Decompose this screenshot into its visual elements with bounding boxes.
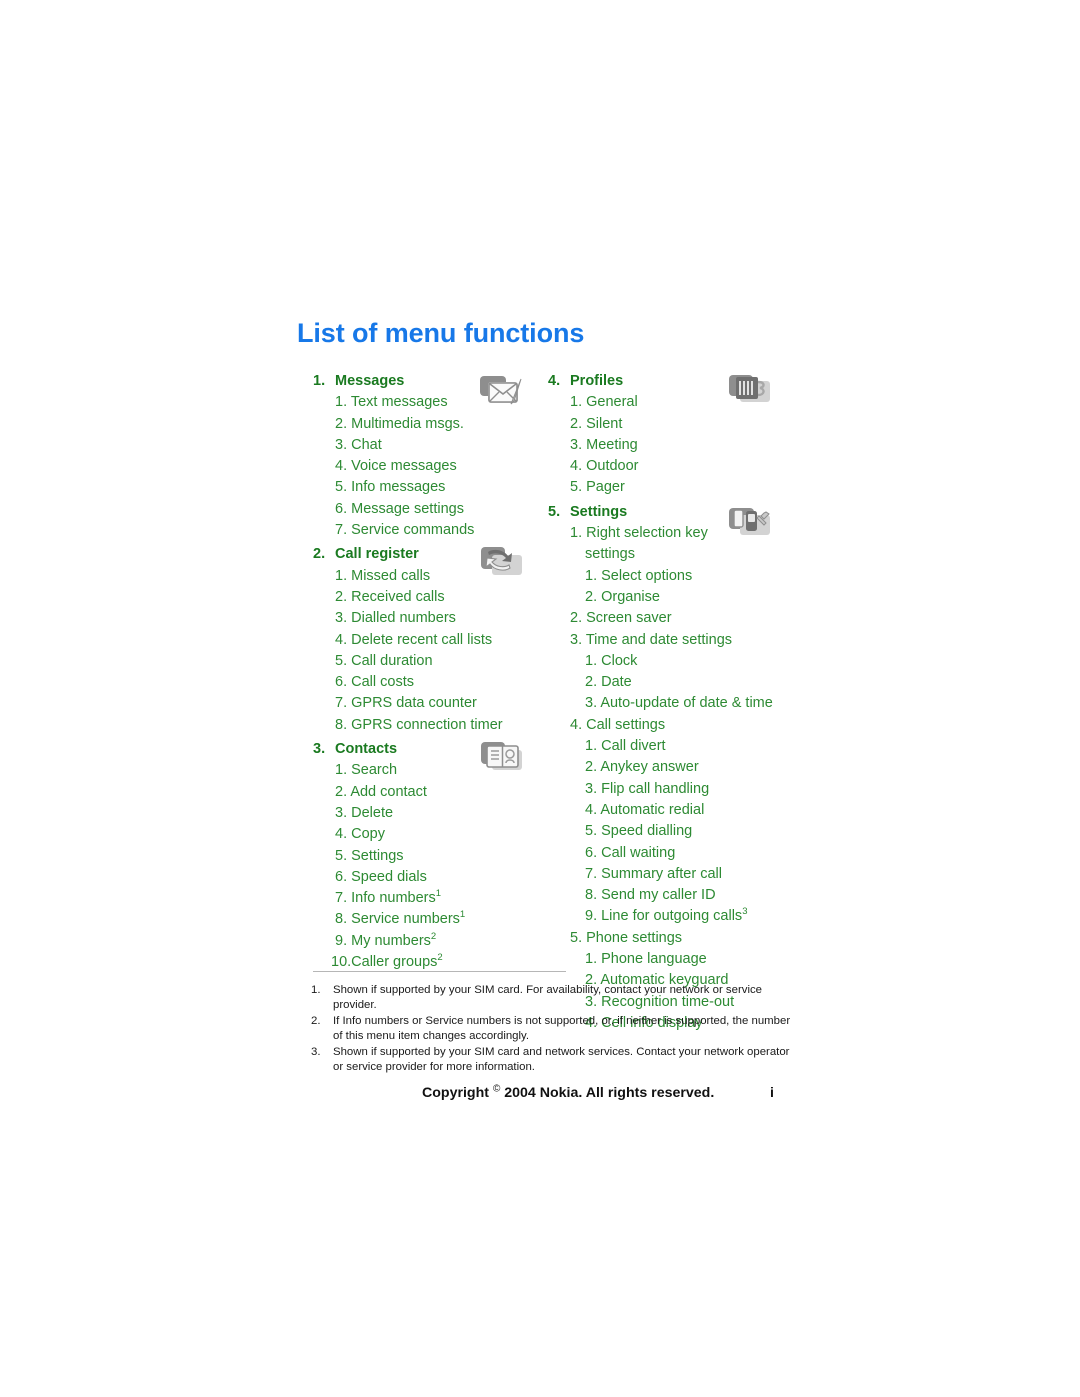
document-page: List of menu functions 1. Messages 1. Text… — [0, 0, 1080, 1397]
menu-item[interactable]: 3. Chat — [313, 435, 565, 456]
address-book-icon — [480, 741, 526, 773]
menu-item[interactable]: 2. Multimedia msgs. — [313, 414, 565, 435]
menu-item[interactable]: 2. Anykey answer — [548, 757, 798, 778]
menu-item[interactable]: 8. Send my caller ID — [548, 885, 798, 906]
menu-item[interactable]: 2. Add contact — [313, 782, 565, 803]
menu-column-left: 1. Messages 1. Text messages 2. Multimedia … — [313, 368, 565, 973]
call-arrows-icon — [480, 546, 526, 578]
menu-group-number: 3. — [313, 741, 326, 758]
menu-group-heading[interactable]: 2. Call register — [313, 544, 565, 565]
menu-item[interactable]: 2. Received calls — [313, 587, 565, 608]
menu-item[interactable]: 5. Call duration — [313, 651, 565, 672]
footnote-ref: 3 — [742, 906, 748, 918]
menu-item[interactable]: 1. Phone language — [548, 949, 798, 970]
copyright-post: 2004 Nokia. All rights reserved. — [500, 1085, 715, 1101]
menu-item[interactable]: 8. Service numbers1 — [313, 909, 565, 930]
menu-item[interactable]: 3. Auto-update of date & time — [548, 693, 798, 714]
menu-item[interactable]: 5. Phone settings — [548, 928, 798, 949]
menu-group-heading[interactable]: 1. Messages — [313, 371, 565, 392]
menu-item[interactable]: 6. Speed dials — [313, 867, 565, 888]
menu-item[interactable]: 1. Missed calls — [313, 566, 565, 587]
footnote-text: Shown if supported by your SIM card and … — [333, 1045, 790, 1074]
menu-item[interactable]: 1. Text messages — [313, 392, 565, 413]
menu-item[interactable]: 3. Delete — [313, 803, 565, 824]
menu-item[interactable]: 3. Time and date settings — [548, 630, 798, 651]
footnote-number: 2. — [311, 1014, 321, 1027]
menu-item[interactable]: 8. GPRS connection timer — [313, 715, 565, 736]
menu-group-label: Profiles — [570, 373, 624, 389]
menu-item[interactable]: 7. Summary after call — [548, 864, 798, 885]
menu-group-number: 5. — [548, 503, 561, 520]
menu-group-label: Contacts — [335, 741, 398, 758]
menu-item[interactable]: 6. Message settings — [313, 499, 565, 520]
menu-item[interactable]: 5. Settings — [313, 846, 565, 867]
menu-item[interactable]: 2. Silent — [548, 414, 798, 435]
copyright-pre: Copyright — [422, 1085, 493, 1101]
menu-item[interactable]: 2. Screen saver — [548, 608, 798, 629]
footnote-number: 3. — [311, 1045, 321, 1058]
menu-group-heading[interactable]: 3. Contacts — [313, 739, 565, 760]
footnote-text: Shown if supported by your SIM card. For… — [333, 984, 763, 1012]
menu-item[interactable]: 5. Speed dialling — [548, 821, 798, 842]
menu-item[interactable]: 1. Clock — [548, 651, 798, 672]
menu-item[interactable]: 5. Pager — [548, 477, 798, 498]
footnote-ref: 2 — [430, 930, 437, 942]
menu-item[interactable]: 7. Service commands — [313, 520, 565, 541]
menu-item[interactable]: 7. Info numbers1 — [313, 888, 565, 909]
settings-wrench-icon — [728, 506, 774, 538]
menu-group: 2. Call register 1. Missed calls 2. Receive… — [313, 544, 565, 736]
menu-group-label: Settings — [570, 503, 628, 520]
footnotes-list: 1. Shown if supported by your SIM card. F… — [311, 983, 801, 1075]
copyright-notice: Copyright © 2004 Nokia. All rights reser… — [422, 1084, 715, 1101]
menu-item[interactable]: 6. Call waiting — [548, 843, 798, 864]
menu-item[interactable]: 9. Line for outgoing calls3 — [548, 906, 798, 927]
footnote: 2. If Info numbers or Service numbers is … — [311, 1014, 801, 1045]
footnote-divider — [313, 971, 566, 972]
envelope-pen-icon — [478, 374, 524, 406]
menu-item[interactable]: 4. Automatic redial — [548, 800, 798, 821]
footnote-ref: 1 — [459, 909, 466, 921]
menu-item[interactable]: 5. Info messages — [313, 477, 565, 498]
menu-group: 5. Settings 1. Right selection key settings… — [548, 502, 798, 1034]
footnote: 3. Shown if supported by your SIM card an… — [311, 1045, 801, 1076]
menu-group-number: 4. — [548, 373, 561, 389]
footnote-ref: 2 — [437, 952, 443, 964]
footnote: 1. Shown if supported by your SIM card. F… — [311, 983, 801, 1014]
menu-group-number: 1. — [313, 373, 326, 389]
menu-item-continuation: settings — [585, 546, 635, 563]
page-number: i — [770, 1085, 774, 1101]
menu-item[interactable]: 1. Select options — [548, 566, 798, 587]
page-title: List of menu functions — [297, 318, 585, 348]
footnote-ref: 1 — [435, 888, 442, 900]
menu-item[interactable]: 3. Meeting — [548, 435, 798, 456]
menu-item[interactable]: 1. Search — [313, 760, 565, 781]
menu-column-right: 4. Profiles 1. General 2. Silent 3. Meeting 4… — [548, 368, 798, 1034]
menu-item[interactable]: 4. Delete recent call lists — [313, 630, 565, 651]
menu-item[interactable]: 4. Copy — [313, 824, 565, 845]
menu-group-label: Call register — [335, 546, 419, 563]
footnote-text: If Info numbers or Service numbers is no… — [333, 1014, 791, 1043]
footnote-number: 1. — [311, 984, 321, 996]
menu-item[interactable]: 9. My numbers2 — [313, 931, 565, 952]
menu-item[interactable]: 7. GPRS data counter — [313, 693, 565, 714]
menu-item[interactable]: 4. Outdoor — [548, 456, 798, 477]
menu-item[interactable]: 2. Date — [548, 672, 798, 693]
menu-group-number: 2. — [313, 546, 326, 563]
menu-group: 3. Contacts 1. Search 2. Add contact 3. Dele… — [313, 739, 565, 973]
menu-item[interactable]: 4. Call settings — [548, 715, 798, 736]
profiles-icon — [728, 373, 774, 405]
menu-item[interactable]: 4. Voice messages — [313, 456, 565, 477]
menu-item[interactable]: 3. Flip call handling — [548, 779, 798, 800]
menu-group: 1. Messages 1. Text messages 2. Multimedia … — [313, 371, 565, 541]
menu-item[interactable]: 1. Call divert — [548, 736, 798, 757]
menu-group-label: Messages — [335, 373, 405, 389]
menu-item[interactable]: 2. Organise — [548, 587, 798, 608]
menu-item[interactable]: 6. Call costs — [313, 672, 565, 693]
menu-item[interactable]: 3. Dialled numbers — [313, 608, 565, 629]
